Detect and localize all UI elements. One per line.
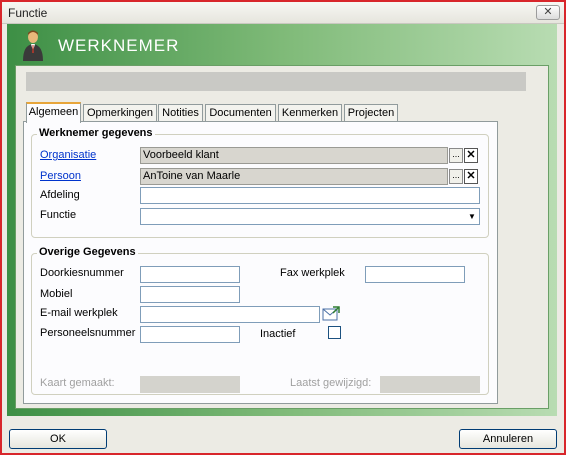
- kaart-gemaakt-label: Kaart gemaakt:: [40, 377, 115, 389]
- organisatie-clear-button[interactable]: ✕: [464, 148, 478, 163]
- email-label: E-mail werkplek: [40, 307, 118, 319]
- email-send-icon[interactable]: [321, 306, 341, 322]
- close-button[interactable]: ✕: [536, 5, 560, 20]
- kaart-gemaakt-field: [140, 376, 240, 393]
- mobiel-label: Mobiel: [40, 288, 73, 300]
- ok-button[interactable]: OK: [9, 429, 107, 449]
- tab-notities[interactable]: Notities: [158, 104, 203, 122]
- mobiel-field[interactable]: [140, 286, 240, 303]
- afdeling-label: Afdeling: [40, 189, 80, 201]
- persoon-clear-button[interactable]: ✕: [464, 169, 478, 184]
- inactief-label: Inactief: [260, 328, 296, 340]
- info-bar: [26, 72, 526, 91]
- laatst-gewijzigd-label: Laatst gewijzigd:: [290, 377, 372, 389]
- personeelsnummer-label: Personeelsnummer: [40, 327, 136, 339]
- doorkiesnummer-label: Doorkiesnummer: [40, 267, 124, 279]
- fax-label: Fax werkplek: [280, 267, 345, 279]
- tab-projecten[interactable]: Projecten: [344, 104, 398, 122]
- persoon-field[interactable]: AnToine van Maarle: [140, 168, 448, 185]
- chevron-down-icon[interactable]: ▼: [467, 209, 477, 224]
- tab-algemeen[interactable]: Algemeen: [26, 102, 81, 123]
- werknemer-group-title: Werknemer gegevens: [37, 127, 155, 139]
- tab-opmerkingen[interactable]: Opmerkingen: [83, 104, 157, 122]
- persoon-browse-button[interactable]: ...: [449, 169, 463, 184]
- person-icon: [23, 30, 43, 61]
- laatst-gewijzigd-field: [380, 376, 480, 393]
- organisatie-browse-button[interactable]: ...: [449, 148, 463, 163]
- personeelsnummer-field[interactable]: [140, 326, 240, 343]
- window-title: Functie: [8, 6, 48, 20]
- functie-select[interactable]: [140, 208, 480, 225]
- afdeling-field[interactable]: [140, 187, 480, 204]
- organisatie-link[interactable]: Organisatie: [40, 149, 96, 161]
- functie-label: Functie: [40, 209, 77, 221]
- overige-group-title: Overige Gegevens: [37, 246, 138, 258]
- persoon-link[interactable]: Persoon: [40, 170, 81, 182]
- tab-kenmerken[interactable]: Kenmerken: [278, 104, 342, 122]
- cancel-button[interactable]: Annuleren: [459, 429, 557, 449]
- fax-field[interactable]: [365, 266, 465, 283]
- tab-documenten[interactable]: Documenten: [205, 104, 276, 122]
- title-bar: Functie ✕: [2, 2, 564, 24]
- header-title: WERKNEMER: [58, 36, 180, 55]
- organisatie-field[interactable]: Voorbeeld klant: [140, 147, 448, 164]
- inactief-checkbox[interactable]: [328, 326, 341, 339]
- doorkiesnummer-field[interactable]: [140, 266, 240, 283]
- email-field[interactable]: [140, 306, 320, 323]
